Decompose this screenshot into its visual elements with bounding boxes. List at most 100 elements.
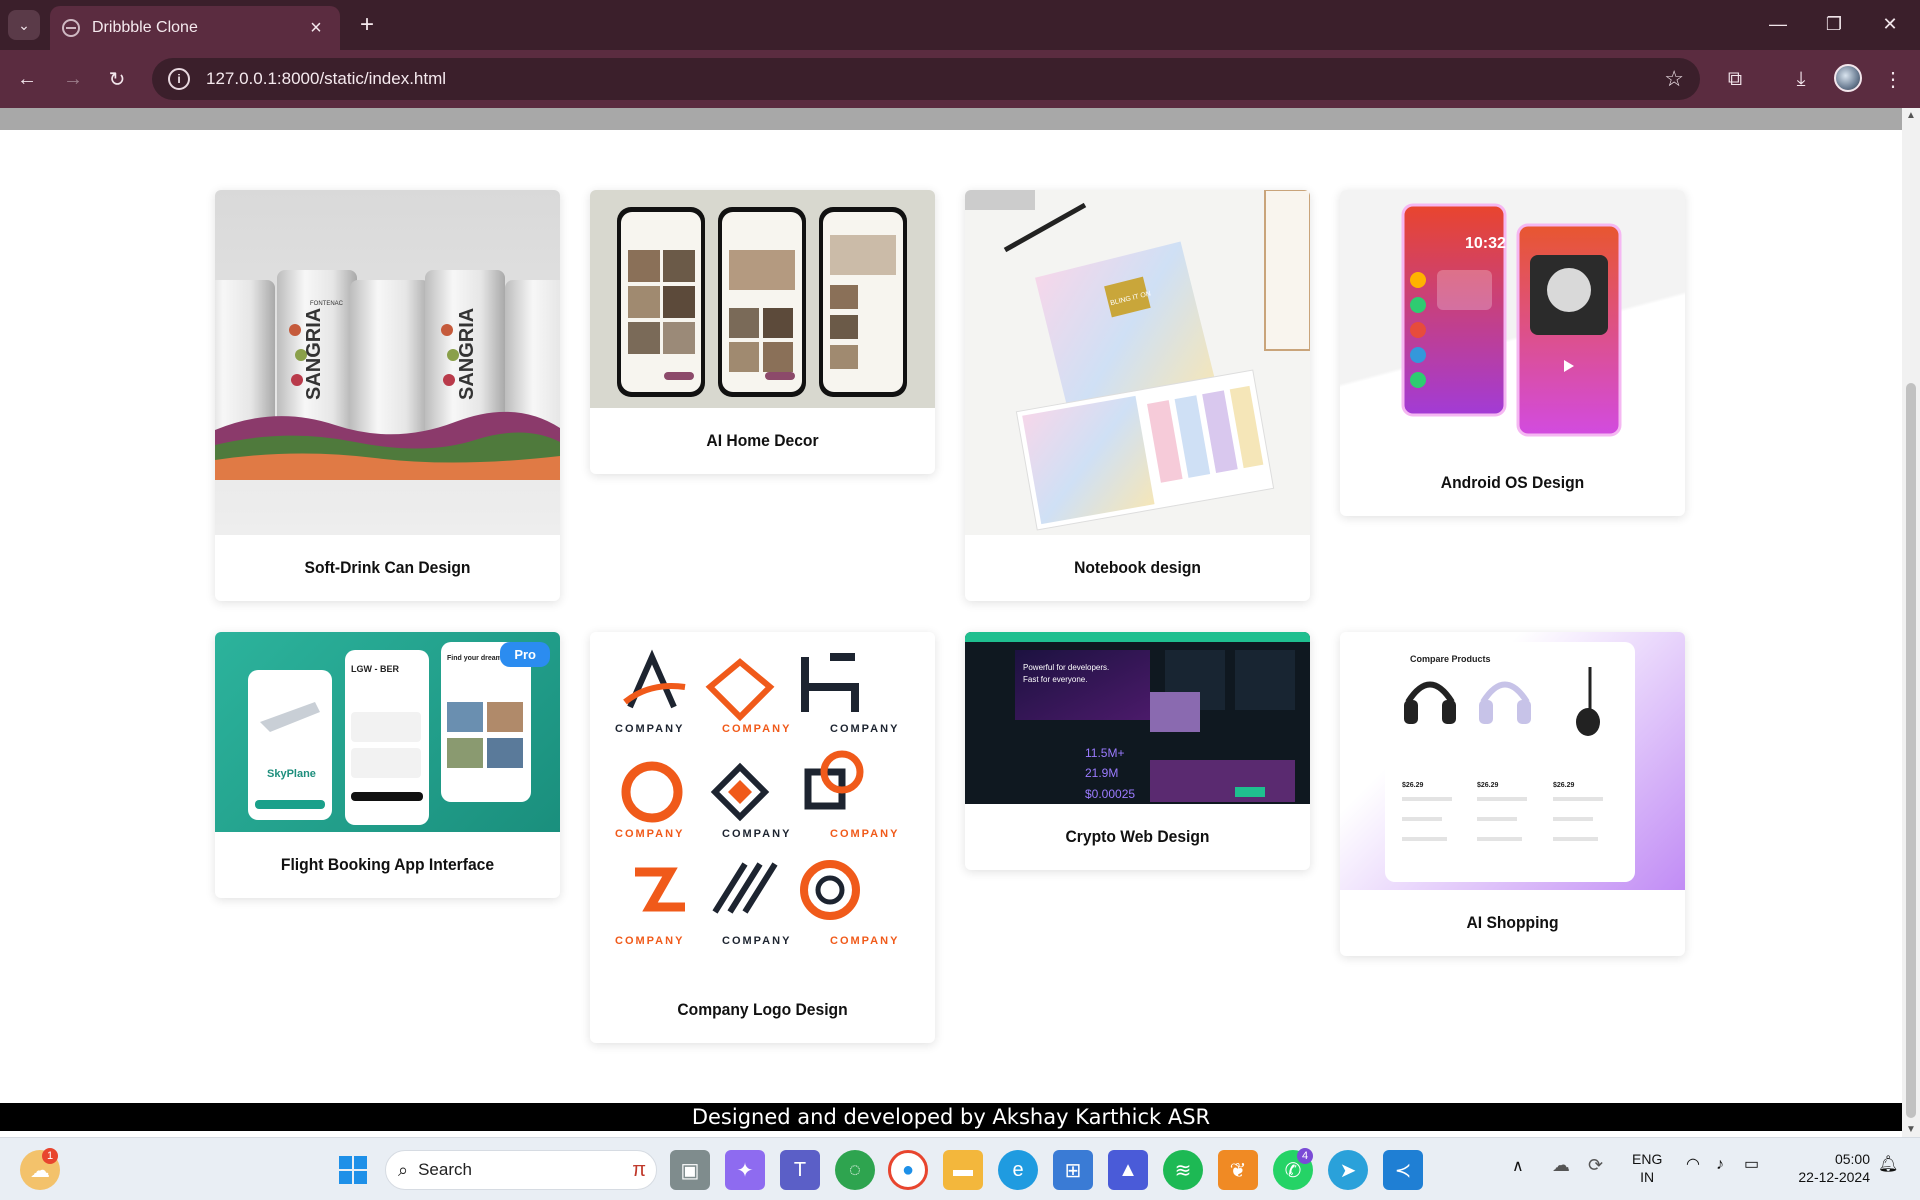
restore-icon: ❐ (1825, 13, 1843, 34)
site-info-icon[interactable]: i (168, 68, 190, 90)
scroll-thumb[interactable] (1906, 383, 1916, 1118)
sync-icon: ◌ (849, 1158, 861, 1181)
battery-icon[interactable]: ▭ (1744, 1156, 1759, 1174)
chevron-up-icon: ∧ (1512, 1158, 1524, 1175)
sync-app[interactable]: ◌ (835, 1150, 875, 1190)
logo-company-text: COMPANY (615, 828, 684, 840)
teams-app[interactable]: T (780, 1150, 820, 1190)
sync-tray-icon[interactable]: ⟳ (1588, 1156, 1603, 1174)
reload-icon: ↻ (108, 68, 126, 91)
volume-icon[interactable]: ♪ (1716, 1156, 1724, 1174)
restore-button[interactable]: ❐ (1812, 8, 1856, 40)
dev-app[interactable]: ▲ (1108, 1150, 1148, 1190)
profile-avatar[interactable] (1834, 64, 1862, 92)
telegram-app[interactable]: ➤ (1328, 1150, 1368, 1190)
store-app[interactable]: ⊞ (1053, 1150, 1093, 1190)
card-image-flight-app: SkyPlane LGW - BER Find your dream desti… (215, 632, 560, 832)
shot-card[interactable]: Compare Products $26.29 $26.29 $26.29 AI… (1340, 632, 1685, 956)
shot-card[interactable]: SkyPlane LGW - BER Find your dream desti… (215, 632, 560, 898)
bookmark-star-icon[interactable]: ☆ (1664, 66, 1684, 92)
onedrive-icon[interactable]: ☁ (1552, 1156, 1570, 1174)
forward-button[interactable]: → (58, 64, 88, 94)
copilot-icon: ✦ (736, 1159, 754, 1182)
search-highlight-icon: π (632, 1158, 646, 1181)
compare-price-text: $26.29 (1402, 782, 1424, 789)
browser-tab[interactable]: Dribbble Clone × (50, 6, 340, 50)
card-title: Android OS Design (1440, 473, 1585, 492)
language-indicator[interactable]: ENG IN (1632, 1150, 1662, 1186)
logo-company-text: COMPANY (830, 723, 899, 735)
compare-title-text: Compare Products (1410, 654, 1491, 664)
scroll-down-icon[interactable]: ▼ (1906, 1124, 1916, 1135)
windows-taskbar: ☁ 1 ⌕ Search π ▣ ✦ T ◌ ● ▬ e ⊞ ▲ ≋ ❦ ✆ 4… (0, 1137, 1920, 1200)
page-viewport: FONTENAC SANGRIA SANGRIA Soft-Drink Can … (0, 108, 1902, 1137)
more-vertical-icon: ⋮ (1883, 68, 1903, 91)
crypto-site-illustration: Powerful for developers. Fast for everyo… (965, 632, 1310, 802)
flight-route-text: LGW - BER (351, 664, 399, 674)
minimize-icon: — (1769, 13, 1787, 34)
scroll-up-icon[interactable]: ▲ (1906, 110, 1916, 121)
search-icon: ⌕ (398, 1159, 409, 1180)
clock[interactable]: 05:00 22-12-2024 (1786, 1150, 1870, 1186)
clock-date: 22-12-2024 (1798, 1169, 1870, 1185)
edge-app[interactable]: e (998, 1150, 1038, 1190)
language-code: ENG (1632, 1151, 1663, 1167)
folder-icon: ▬ (953, 1158, 973, 1181)
extensions-button[interactable]: ⧉ (1720, 64, 1750, 94)
reload-button[interactable]: ↻ (102, 64, 132, 94)
task-view-icon: ▣ (680, 1159, 700, 1182)
browser-menu-button[interactable]: ⋮ (1878, 64, 1908, 94)
copilot-button[interactable]: ✦ (725, 1150, 765, 1190)
logo-company-text: COMPANY (830, 828, 899, 840)
sangria-label-text-2: SANGRIA (456, 308, 478, 400)
notification-bell-icon[interactable]: 🔔︎ (1878, 1156, 1898, 1174)
windows-logo-icon (339, 1156, 367, 1184)
wifi-icon[interactable]: ◠ (1686, 1156, 1700, 1174)
taskbar-search-label: Search (418, 1160, 472, 1179)
close-tab-button[interactable]: × (304, 17, 328, 40)
globe-icon (62, 19, 80, 37)
shot-card[interactable]: FONTENAC SANGRIA SANGRIA Soft-Drink Can … (215, 190, 560, 601)
puzzle-icon: ⧉ (1727, 67, 1743, 90)
card-image-crypto-site: Powerful for developers. Fast for everyo… (965, 632, 1310, 804)
minimize-button[interactable]: — (1756, 8, 1800, 40)
back-button[interactable]: ← (12, 64, 42, 94)
fl-studio-app[interactable]: ❦ (1218, 1150, 1258, 1190)
chrome-app[interactable]: ● (888, 1150, 928, 1190)
tab-search-button[interactable]: ⌄ (8, 10, 40, 40)
card-title: Flight Booking App Interface (280, 855, 495, 874)
taskbar-search[interactable]: ⌕ Search π (385, 1150, 657, 1190)
pro-badge: Pro (500, 642, 550, 667)
browser-toolbar: ← → ↻ i 127.0.0.1:8000/static/index.html… (0, 50, 1920, 108)
downloads-button[interactable]: ⤓ (1786, 64, 1816, 94)
page-scrollbar[interactable]: ▲ ▼ (1902, 108, 1920, 1137)
shot-card[interactable]: AI Home Decor (590, 190, 935, 474)
browser-tab-bar: ⌄ Dribbble Clone × + — ❐ ✕ (0, 0, 1920, 50)
close-window-button[interactable]: ✕ (1868, 8, 1912, 40)
compare-price-text: $26.29 (1553, 782, 1575, 789)
fruit-icon: ❦ (1229, 1159, 1247, 1182)
tray-overflow-button[interactable]: ∧ (1512, 1158, 1524, 1176)
vscode-app[interactable]: ≺ (1383, 1150, 1423, 1190)
shot-card[interactable]: Powerful for developers. Fast for everyo… (965, 632, 1310, 870)
spotify-app[interactable]: ≋ (1163, 1150, 1203, 1190)
task-view-button[interactable]: ▣ (670, 1150, 710, 1190)
close-icon: ✕ (1882, 13, 1898, 34)
start-button[interactable] (333, 1150, 373, 1190)
shot-card[interactable]: 10:32 Android OS Design (1340, 190, 1685, 516)
tab-title: Dribbble Clone (92, 19, 198, 36)
card-image-android-phones: 10:32 (1340, 190, 1685, 450)
shot-card[interactable]: BLING IT ON Notebook design (965, 190, 1310, 601)
logo-grid-illustration: COMPANY COMPANY COMPANY COMPANY COMPANY … (615, 649, 899, 947)
logo-company-text: COMPANY (830, 935, 899, 947)
spotify-icon: ≋ (1174, 1159, 1192, 1182)
pastel-notebook-illustration: BLING IT ON (965, 190, 1310, 531)
new-tab-button[interactable]: + (352, 10, 382, 40)
address-bar[interactable]: i 127.0.0.1:8000/static/index.html ☆ (152, 58, 1700, 100)
sangria-cans-illustration: FONTENAC SANGRIA SANGRIA (215, 270, 560, 480)
shot-card[interactable]: COMPANY COMPANY COMPANY COMPANY COMPANY … (590, 632, 935, 1043)
card-image-logo-grid: COMPANY COMPANY COMPANY COMPANY COMPANY … (590, 632, 935, 977)
chevron-down-icon: ⌄ (18, 16, 30, 33)
file-explorer-app[interactable]: ▬ (943, 1150, 983, 1190)
teams-icon: T (793, 1158, 807, 1181)
